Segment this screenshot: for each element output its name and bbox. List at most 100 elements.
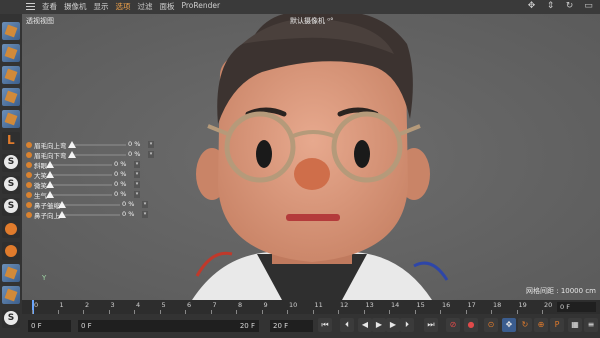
stepper-arrow-icon[interactable]: ▾ xyxy=(142,211,148,218)
zoom-view-icon[interactable]: ⇕ xyxy=(545,1,556,12)
slider-track[interactable] xyxy=(50,194,112,196)
s-plugin-icon[interactable] xyxy=(2,154,20,172)
slider-thumb[interactable] xyxy=(58,201,66,208)
slider-track[interactable] xyxy=(62,214,120,216)
move-view-icon[interactable]: ✥ xyxy=(526,1,537,12)
morph-slider-row[interactable]: 斜眼 0 % ▾ xyxy=(26,160,150,170)
morph-slider-row[interactable]: 大笑 0 % ▾ xyxy=(26,170,150,180)
slider-track[interactable] xyxy=(72,144,126,146)
slider-track[interactable] xyxy=(50,184,112,186)
s-plugin-icon[interactable] xyxy=(2,310,20,328)
keyframe-icon[interactable]: ⊙ xyxy=(484,318,498,332)
slider-value[interactable]: 0 % xyxy=(114,190,126,198)
hamburger-menu-icon[interactable] xyxy=(26,3,35,11)
scale-key-icon[interactable]: ⊕ xyxy=(534,318,548,332)
animate-dot-icon[interactable] xyxy=(26,142,32,148)
slider-thumb[interactable] xyxy=(58,211,66,218)
slider-track[interactable] xyxy=(50,174,112,176)
goto-start-icon[interactable]: ⏮ xyxy=(318,318,332,332)
cube-tool-icon[interactable] xyxy=(2,22,20,40)
checker-tool-icon[interactable] xyxy=(2,286,20,304)
slider-track[interactable] xyxy=(50,164,112,166)
slider-value[interactable]: 0 % xyxy=(122,210,134,218)
cube-tool-icon[interactable] xyxy=(2,66,20,84)
stepper-arrow-icon[interactable]: ▾ xyxy=(134,181,140,188)
morph-slider-row[interactable]: 眉毛向上弯 0 % ▾ xyxy=(26,140,154,150)
timeline-tick-label: 16 xyxy=(442,301,451,309)
stepper-arrow-icon[interactable]: ▾ xyxy=(134,191,140,198)
menu-item[interactable]: ProRender xyxy=(182,1,221,12)
stepper-arrow-icon[interactable]: ▾ xyxy=(148,151,154,158)
morph-slider-row[interactable]: 眉毛向下弯 0 % ▾ xyxy=(26,150,154,160)
menu-key-icon[interactable]: ≡ xyxy=(584,318,598,332)
next-frame-icon[interactable]: ▶ xyxy=(386,318,400,332)
slider-value[interactable]: 0 % xyxy=(128,140,140,148)
goto-end-icon[interactable]: ⏭ xyxy=(424,318,438,332)
play-icon[interactable]: ▶ xyxy=(372,318,386,332)
autokey-icon[interactable]: ● xyxy=(464,318,478,332)
timeline-ruler[interactable]: 0 F 0 1 2 3 4 5 6 7 8 9 10 11 12 13 14 15 16 17 18 19 20 xyxy=(22,300,600,314)
record-off-icon[interactable]: ⊘ xyxy=(446,318,460,332)
slider-value[interactable]: 0 % xyxy=(114,170,126,178)
animate-dot-icon[interactable] xyxy=(26,152,32,158)
stepper-arrow-icon[interactable]: ▾ xyxy=(142,201,148,208)
next-key-icon[interactable]: ⏵ xyxy=(400,318,414,332)
end-frame-field[interactable]: 20 F xyxy=(270,320,313,332)
stepper-arrow-icon[interactable]: ▾ xyxy=(134,171,140,178)
menu-item[interactable]: 查看 xyxy=(42,1,57,12)
slider-value[interactable]: 0 % xyxy=(128,150,140,158)
morph-slider-row[interactable]: 鼻子向上 0 % ▾ xyxy=(26,210,150,220)
camera-label[interactable]: 默认摄像机 ⁰° xyxy=(290,16,334,26)
animate-dot-icon[interactable] xyxy=(26,212,32,218)
slider-thumb[interactable] xyxy=(46,191,54,198)
prev-frame-icon[interactable]: ◀ xyxy=(358,318,372,332)
l-tool-icon[interactable] xyxy=(2,132,20,150)
grid-key-icon[interactable]: ▦ xyxy=(568,318,582,332)
slider-value[interactable]: 0 % xyxy=(114,160,126,168)
start-frame-field[interactable]: 0 F xyxy=(28,320,71,332)
morph-slider-row[interactable]: 鼻子皱缩 0 % ▾ xyxy=(26,200,150,210)
slider-thumb[interactable] xyxy=(46,161,54,168)
slider-thumb[interactable] xyxy=(68,151,76,158)
menu-item[interactable]: 面板 xyxy=(160,1,175,12)
maximize-view-icon[interactable]: ▭ xyxy=(583,1,594,12)
cube-tool-icon[interactable] xyxy=(2,44,20,62)
prev-key-icon[interactable]: ⏴ xyxy=(340,318,354,332)
menu-item[interactable]: 选项 xyxy=(116,1,131,12)
slider-thumb[interactable] xyxy=(46,181,54,188)
slider-value[interactable]: 0 % xyxy=(122,200,134,208)
grid-tool-icon[interactable] xyxy=(2,264,20,282)
animate-dot-icon[interactable] xyxy=(26,202,32,208)
move-key-icon[interactable]: ✥ xyxy=(502,318,516,332)
morph-slider-row[interactable]: 微笑 0 % ▾ xyxy=(26,180,150,190)
current-frame-field[interactable]: 0 F xyxy=(557,302,596,312)
timeline-tick-label: 20 xyxy=(544,301,553,309)
animate-dot-icon[interactable] xyxy=(26,192,32,198)
stepper-arrow-icon[interactable]: ▾ xyxy=(134,161,140,168)
animate-dot-icon[interactable] xyxy=(26,172,32,178)
slider-track[interactable] xyxy=(62,204,120,206)
slider-track[interactable] xyxy=(72,154,126,156)
menu-item[interactable]: 显示 xyxy=(94,1,109,12)
slider-value[interactable]: 0 % xyxy=(114,180,126,188)
range-slider[interactable]: 0 F 20 F xyxy=(78,320,259,332)
menu-item[interactable]: 摄像机 xyxy=(64,1,87,12)
slider-thumb[interactable] xyxy=(68,141,76,148)
s-plugin-icon[interactable] xyxy=(2,176,20,194)
menu-item[interactable]: 过滤 xyxy=(138,1,153,12)
rotate-key-icon[interactable]: ↻ xyxy=(518,318,532,332)
cube-tool-icon[interactable] xyxy=(2,88,20,106)
slider-thumb[interactable] xyxy=(46,171,54,178)
menu-bar: 查看 摄像机 显示 选项 过滤 面板 ProRender ✥ ⇕ ↻ ▭ xyxy=(0,0,600,14)
cube-tool-icon[interactable] xyxy=(2,110,20,128)
rotate-view-icon[interactable]: ↻ xyxy=(564,1,575,12)
animate-dot-icon[interactable] xyxy=(26,182,32,188)
magnet-icon[interactable] xyxy=(2,242,20,260)
left-toolbar xyxy=(0,14,22,338)
param-key-icon[interactable]: P xyxy=(550,318,564,332)
s-plugin-icon[interactable] xyxy=(2,198,20,216)
morph-slider-row[interactable]: 生气 0 % ▾ xyxy=(26,190,150,200)
orange-sphere-icon[interactable] xyxy=(2,220,20,238)
animate-dot-icon[interactable] xyxy=(26,162,32,168)
stepper-arrow-icon[interactable]: ▾ xyxy=(148,141,154,148)
